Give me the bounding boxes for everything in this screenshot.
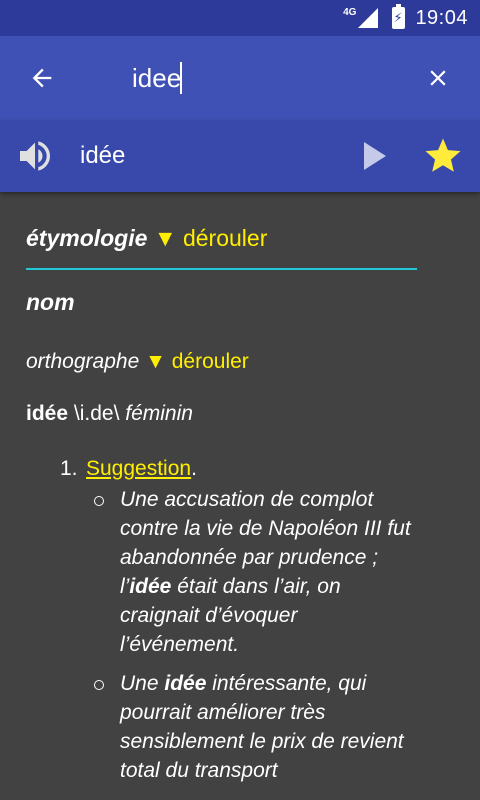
definition-punct: . — [191, 457, 197, 480]
play-icon[interactable] — [360, 138, 390, 174]
definition-list: 1. Suggestion. Une accusation de complot… — [26, 454, 454, 785]
definition-item: 1. Suggestion. — [60, 454, 454, 483]
signal-icon — [358, 8, 379, 28]
etymology-expand-toggle[interactable]: ▼ dérouler — [154, 225, 268, 251]
text-caret — [180, 62, 182, 94]
orthography-expand-toggle[interactable]: ▼ dérouler — [145, 350, 249, 373]
part-of-speech: nom — [26, 289, 75, 315]
gender: féminin — [125, 402, 193, 425]
definition-number: 1. — [60, 457, 78, 480]
etymology-section: étymologie ▼ dérouler — [26, 222, 454, 254]
example-text: Une — [120, 672, 165, 695]
speaker-icon[interactable] — [14, 136, 56, 176]
definition-content: étymologie ▼ dérouler nom orthographe ▼ … — [0, 192, 480, 800]
definition-link[interactable]: Suggestion — [86, 457, 191, 480]
word-header: idée — [0, 120, 480, 192]
battery-charging-icon — [392, 4, 406, 29]
orthography-label: orthographe — [26, 350, 140, 373]
search-input[interactable] — [132, 58, 392, 98]
arrow-left-icon[interactable] — [22, 58, 62, 98]
example-item: Une idée intéressante, qui pourrait amél… — [94, 669, 422, 785]
pronunciation: \i.de\ — [73, 402, 120, 425]
search-bar — [0, 36, 480, 120]
section-divider — [26, 268, 417, 270]
example-highlight: idée — [129, 575, 172, 598]
close-icon[interactable] — [418, 58, 458, 98]
status-clock: 19:04 — [415, 6, 468, 29]
orthography-section: orthographe ▼ dérouler — [26, 346, 454, 378]
headword: idée — [26, 402, 69, 425]
entry-word: idée — [80, 142, 126, 169]
example-list: Une accusation de complot contre la vie … — [60, 485, 454, 785]
etymology-title: étymologie — [26, 225, 148, 251]
headword-line: idée \i.de\ féminin — [26, 398, 454, 430]
example-highlight: idée — [164, 672, 207, 695]
network-type: 4G — [343, 6, 357, 18]
example-item: Une accusation de complot contre la vie … — [94, 485, 422, 659]
status-bar: 4G 19:04 — [0, 0, 480, 36]
star-icon[interactable] — [422, 135, 464, 177]
